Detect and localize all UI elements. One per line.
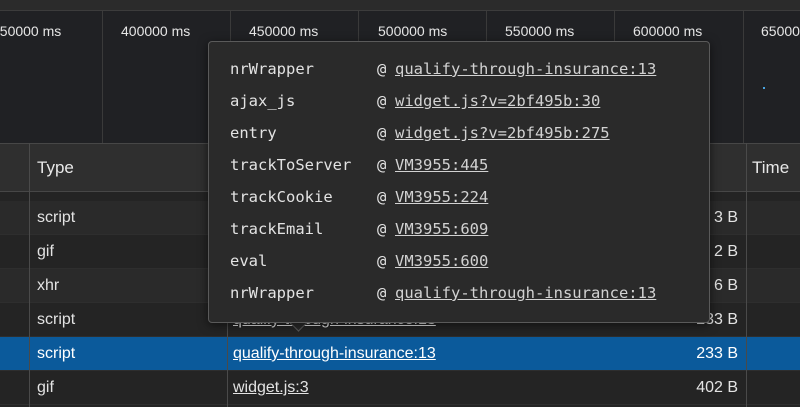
stack-source-link[interactable]: qualify-through-insurance:13 — [395, 284, 656, 302]
stack-function-name: entry — [230, 124, 277, 142]
filter-toolbar — [0, 0, 800, 11]
stack-at-sign: @ — [377, 60, 387, 78]
stack-at-sign: @ — [377, 124, 387, 142]
row-size: 6 B — [713, 277, 738, 294]
stack-function-name: eval — [230, 252, 268, 270]
timeline-tick-label: 600000 ms — [633, 23, 703, 39]
table-row[interactable]: gif widget.js:3 402 B — [0, 371, 800, 405]
stack-function-name: trackEmail — [230, 220, 324, 238]
stack-source-link[interactable]: widget.js?v=2bf495b:30 — [395, 92, 600, 110]
table-row-selected[interactable]: script qualify-through-insurance:13 233 … — [0, 337, 800, 371]
stack-at-sign: @ — [377, 156, 387, 174]
stack-source-link[interactable]: qualify-through-insurance:13 — [395, 60, 656, 78]
stack-at-sign: @ — [377, 188, 387, 206]
row-type: gif — [37, 243, 54, 260]
stack-function-name: trackToServer — [230, 156, 352, 174]
timeline-tick-label: 400000 ms — [121, 23, 191, 39]
column-header-time[interactable]: Time — [752, 144, 789, 191]
stack-source-link[interactable]: VM3955:224 — [395, 188, 488, 206]
row-type: xhr — [37, 277, 60, 294]
stack-source-link[interactable]: VM3955:445 — [395, 156, 488, 174]
stack-at-sign: @ — [377, 92, 387, 110]
row-type: script — [37, 345, 76, 362]
row-type: script — [37, 311, 76, 328]
stack-at-sign: @ — [377, 284, 387, 302]
stack-at-sign: @ — [377, 220, 387, 238]
row-size: 3 B — [713, 209, 738, 226]
row-type: gif — [37, 379, 54, 396]
stack-function-name: ajax_js — [230, 92, 296, 110]
stack-at-sign: @ — [377, 252, 387, 270]
timeline-tick-label: 550000 ms — [505, 23, 575, 39]
row-size: 402 B — [696, 379, 738, 396]
row-size: 2 B — [713, 243, 738, 260]
timeline-tick-label: 450000 ms — [249, 23, 319, 39]
stack-source-link[interactable]: VM3955:600 — [395, 252, 488, 270]
row-initiator-link[interactable]: widget.js:3 — [233, 379, 309, 397]
stack-function-name: nrWrapper — [230, 60, 314, 78]
row-initiator-link[interactable]: qualify-through-insurance:13 — [233, 345, 436, 363]
initiator-stack-popover: nrWrapper @ qualify-through-insurance:13… — [208, 41, 710, 323]
column-header-type[interactable]: Type — [37, 144, 74, 191]
timeline-tick-label: 500000 ms — [378, 23, 448, 39]
timeline-tick: 65000 — [743, 11, 800, 143]
stack-function-name: nrWrapper — [230, 284, 314, 302]
row-size: 233 B — [696, 345, 738, 362]
stack-function-name: trackCookie — [230, 188, 333, 206]
column-divider[interactable] — [29, 143, 30, 407]
stack-source-link[interactable]: VM3955:609 — [395, 220, 488, 238]
stack-source-link[interactable]: widget.js?v=2bf495b:275 — [395, 124, 610, 142]
timeline-tick-label: 350000 ms — [0, 23, 62, 39]
timeline-request-marker — [763, 87, 765, 89]
column-divider[interactable] — [746, 143, 747, 407]
timeline-tick-label: 65000 — [761, 23, 800, 39]
row-type: script — [37, 209, 76, 226]
timeline-tick: 400000 ms — [102, 11, 190, 143]
